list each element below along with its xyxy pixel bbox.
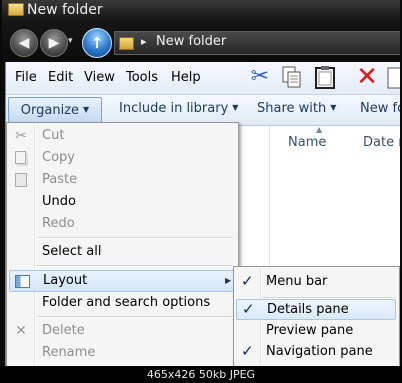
menu-item-label: Paste	[42, 172, 78, 187]
menu-help[interactable]: Help	[171, 70, 201, 85]
menu-file[interactable]: File	[15, 70, 37, 85]
new-folder-button[interactable]: New fo	[360, 101, 400, 119]
layout-submenu: ✓ Menu bar ✓ Details pane Preview pane ✓…	[233, 266, 400, 368]
include-in-library-label: Include in library	[119, 101, 229, 116]
menu-separator	[37, 316, 233, 318]
breadcrumb-new-folder[interactable]: New folder	[156, 34, 226, 49]
menu-item-label: Undo	[42, 194, 76, 209]
scissors-icon: ✂	[15, 128, 27, 144]
paste-icon[interactable]	[312, 64, 338, 90]
checkmark-icon: ✓	[242, 300, 255, 318]
image-caption: 465x426 50kb JPEG	[0, 366, 402, 383]
menu-tools[interactable]: Tools	[126, 70, 158, 85]
folder-icon	[119, 37, 134, 50]
menu-separator	[37, 265, 233, 267]
sort-ascending-icon: ▲	[316, 125, 323, 134]
properties-icon[interactable]	[385, 64, 400, 90]
submenu-item-details-pane[interactable]: ✓ Details pane	[236, 299, 396, 320]
menu-item-label: Select all	[42, 244, 102, 259]
organize-menu: ✂ Cut Copy Paste Undo Redo Select all La…	[6, 122, 239, 368]
menu-item-rename[interactable]: Rename	[9, 342, 235, 364]
layout-icon	[15, 275, 30, 288]
recent-pages-dropdown-icon[interactable]: ▾	[68, 36, 73, 46]
checkmark-icon: ✓	[241, 342, 254, 360]
menu-item-label: Redo	[42, 216, 75, 231]
menu-item-redo[interactable]: Redo	[9, 213, 235, 235]
share-with-label: Share with	[257, 101, 327, 116]
submenu-item-label: Menu bar	[266, 274, 328, 289]
organize-label: Organize	[20, 103, 80, 118]
delete-x-icon: ✕	[15, 323, 27, 339]
chevron-down-icon: ▼	[232, 103, 239, 112]
breadcrumb-chevron-icon[interactable]: ▸	[141, 35, 147, 48]
menu-item-select-all[interactable]: Select all	[9, 241, 235, 263]
organize-button[interactable]: Organize ▼	[8, 97, 102, 123]
menu-view[interactable]: View	[84, 70, 115, 85]
copy-icon	[15, 151, 26, 164]
chevron-down-icon: ▼	[83, 105, 90, 114]
address-bar[interactable]: ▸ New folder	[114, 31, 400, 55]
submenu-item-menu-bar[interactable]: ✓ Menu bar	[236, 271, 394, 292]
menu-item-label: Copy	[42, 150, 75, 165]
menu-item-label: Layout	[43, 273, 88, 288]
menu-item-label: Rename	[42, 345, 96, 360]
menu-item-undo[interactable]: Undo	[9, 191, 235, 213]
back-button[interactable]: ◀	[10, 29, 38, 57]
menu-bar: File Edit View Tools Help ✂ ✕	[6, 62, 400, 95]
menu-item-delete[interactable]: ✕ Delete	[9, 320, 235, 342]
menu-item-cut[interactable]: ✂ Cut	[9, 125, 235, 147]
include-in-library-button[interactable]: Include in library ▼	[119, 101, 238, 119]
paste-icon	[15, 173, 27, 187]
column-header-date-modified[interactable]: Date m	[363, 135, 400, 150]
forward-button[interactable]: ▶	[40, 29, 68, 57]
folder-icon	[8, 3, 24, 16]
up-button[interactable]: ↑	[82, 28, 112, 58]
delete-icon[interactable]: ✕	[354, 64, 380, 90]
menu-edit[interactable]: Edit	[48, 70, 73, 85]
menu-item-label: Folder and search options	[42, 295, 211, 310]
share-with-button[interactable]: Share with ▼	[257, 101, 336, 119]
submenu-item-label: Preview pane	[266, 323, 354, 338]
submenu-item-preview-pane[interactable]: Preview pane	[236, 320, 394, 341]
menu-item-copy[interactable]: Copy	[9, 147, 235, 169]
menu-item-label: Cut	[42, 128, 65, 143]
checkmark-icon: ✓	[241, 272, 254, 290]
menu-item-paste[interactable]: Paste	[9, 169, 235, 191]
menu-item-layout[interactable]: Layout ▶	[9, 270, 237, 292]
menu-separator	[37, 237, 233, 239]
menu-item-folder-search-options[interactable]: Folder and search options	[9, 292, 235, 314]
chevron-down-icon: ▼	[330, 103, 337, 112]
copy-icon[interactable]	[278, 64, 304, 90]
submenu-item-label: Details pane	[267, 302, 349, 317]
submenu-item-navigation-pane[interactable]: ✓ Navigation pane	[236, 341, 394, 362]
submenu-arrow-icon: ▶	[225, 276, 232, 285]
column-header-name[interactable]: Name	[288, 135, 326, 150]
menu-item-label: Delete	[42, 323, 85, 338]
submenu-item-label: Navigation pane	[266, 344, 373, 359]
cut-icon[interactable]: ✂	[247, 64, 273, 90]
window-title: New folder	[27, 2, 103, 18]
